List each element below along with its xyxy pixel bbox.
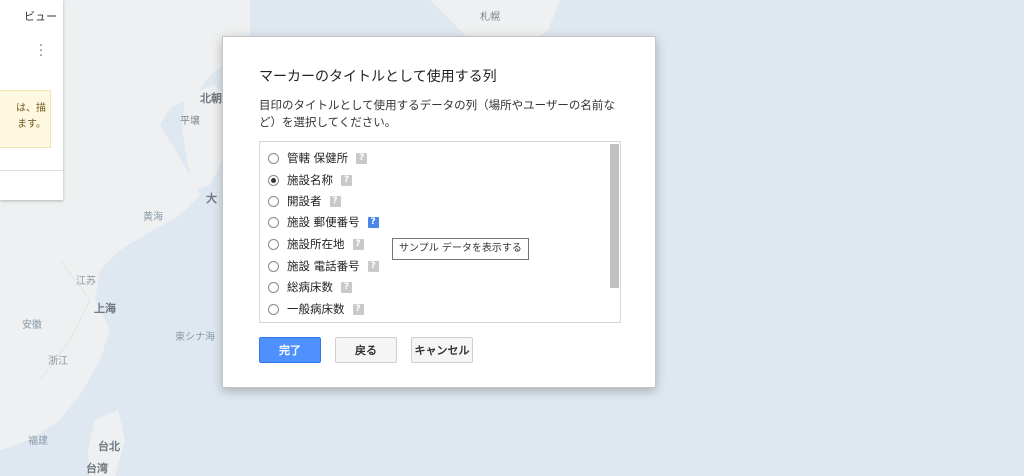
map-label-yellow-sea: 黄海 xyxy=(143,212,163,223)
option-row[interactable]: 施設所在地 ? xyxy=(268,235,364,253)
map-label-da: 大 xyxy=(206,192,217,205)
radio-button[interactable] xyxy=(268,238,279,250)
option-label: 総病床数 xyxy=(287,280,333,294)
option-row[interactable]: 一般病床数 ? xyxy=(268,300,364,318)
warning-text-line2: ます。 xyxy=(17,119,46,130)
panel-divider xyxy=(0,170,63,171)
panel-title: ビュー xyxy=(24,10,57,23)
option-label: 施設 電話番号 xyxy=(287,259,360,273)
dialog-description: 目印のタイトルとして使用するデータの列（場所やユーザーの名前など）を選択してくだ… xyxy=(259,98,615,129)
map-label-jiangsu: 江苏 xyxy=(76,276,96,287)
left-side-panel: ビュー · · · は、描 ます。 xyxy=(0,0,63,200)
radio-button[interactable] xyxy=(268,195,279,207)
option-row[interactable]: 施設名称 ? xyxy=(268,171,352,189)
warning-text-line1: は、描 xyxy=(16,103,46,114)
list-scrollbar[interactable] xyxy=(610,144,619,288)
column-options-list[interactable]: 管轄 保健所 ? 施設名称 ? 開設者 ? 施設 郵便番号 ? 施設所在地 ? … xyxy=(259,141,621,323)
radio-button-selected[interactable] xyxy=(268,174,279,186)
map-label-shanghai: 上海 xyxy=(94,302,116,315)
option-label: 管轄 保健所 xyxy=(287,151,349,165)
map-label-anhui: 安徽 xyxy=(22,320,42,331)
option-label: 施設所在地 xyxy=(287,237,345,251)
help-icon[interactable]: ? xyxy=(356,152,368,164)
option-row[interactable]: 施設 電話番号 ? xyxy=(268,257,379,275)
radio-button[interactable] xyxy=(268,260,279,272)
help-icon-active[interactable]: ? xyxy=(367,216,379,228)
option-row[interactable]: 開設者 ? xyxy=(268,192,341,210)
help-icon[interactable]: ? xyxy=(367,260,379,272)
option-label: 施設 郵便番号 xyxy=(287,215,360,229)
map-label-taiwan: 台湾 xyxy=(86,462,108,475)
radio-button[interactable] xyxy=(268,281,279,293)
map-label-taipei: 台北 xyxy=(98,440,120,453)
done-button[interactable]: 完了 xyxy=(259,337,321,363)
warning-box: は、描 ます。 xyxy=(0,90,51,148)
sample-data-tooltip: サンプル データを表示する xyxy=(392,238,529,260)
option-row[interactable]: 総病床数 ? xyxy=(268,278,352,296)
option-row[interactable]: 施設 郵便番号 ? xyxy=(268,213,379,231)
radio-button[interactable] xyxy=(268,216,279,228)
help-icon[interactable]: ? xyxy=(352,238,364,250)
map-label-east-china-sea: 東シナ海 xyxy=(175,332,215,343)
option-label: 開設者 xyxy=(287,194,322,208)
option-row[interactable]: 管轄 保健所 ? xyxy=(268,149,368,167)
map-label-fujian: 福建 xyxy=(28,436,48,447)
radio-button[interactable] xyxy=(268,152,279,164)
map-label-zhejiang: 浙江 xyxy=(48,356,68,367)
help-icon[interactable]: ? xyxy=(329,195,341,207)
help-icon[interactable]: ? xyxy=(341,281,352,293)
option-label: 施設名称 xyxy=(287,173,333,187)
dialog-title: マーカーのタイトルとして使用する列 xyxy=(259,69,497,85)
map-label-pyongyang: 平壌 xyxy=(180,116,200,127)
title-column-dialog: マーカーのタイトルとして使用する列 目印のタイトルとして使用するデータの列（場所… xyxy=(222,36,656,388)
map-label-sapporo: 札幌 xyxy=(480,12,500,23)
option-label: 一般病床数 xyxy=(287,302,345,316)
radio-button[interactable] xyxy=(268,303,279,315)
back-button[interactable]: 戻る xyxy=(335,337,397,363)
more-vert-icon[interactable]: · · · xyxy=(38,39,44,63)
cancel-button[interactable]: キャンセル xyxy=(411,337,473,363)
map-label-north: 北朝 xyxy=(200,92,222,105)
help-icon[interactable]: ? xyxy=(352,303,364,315)
help-icon[interactable]: ? xyxy=(341,174,352,186)
